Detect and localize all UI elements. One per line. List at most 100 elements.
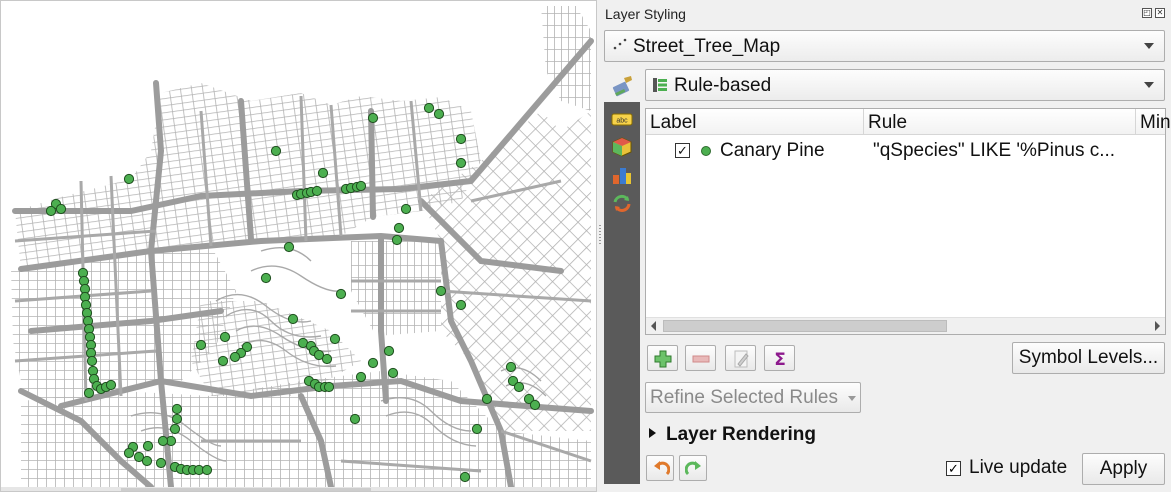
chevron-down-icon [1144, 43, 1154, 49]
tree-point [217, 355, 229, 367]
scroll-right-icon[interactable] [1155, 321, 1160, 331]
tree-point [45, 205, 57, 217]
rule-based-renderer-icon [653, 78, 667, 92]
tree-point [367, 112, 379, 124]
scrollbar-thumb[interactable] [663, 320, 947, 332]
add-rule-button[interactable] [647, 345, 678, 371]
svg-text:Σ: Σ [774, 350, 786, 368]
symbol-levels-button[interactable]: Symbol Levels... [1012, 342, 1165, 374]
tree-point [481, 393, 493, 405]
rules-header: Label Rule Min [646, 109, 1171, 135]
tree-point [86, 355, 98, 367]
tree-point [317, 167, 329, 179]
close-panel-icon[interactable]: ✕ [1155, 8, 1165, 18]
rule-expression: "qSpecies" LIKE '%Pinus c... [873, 140, 1116, 161]
redo-icon [685, 461, 701, 476]
style-tab-strip: abc [604, 102, 640, 484]
tree-point [287, 313, 299, 325]
tree-point [201, 464, 213, 476]
tree-point [505, 361, 517, 373]
tree-point [123, 173, 135, 185]
tree-point [219, 331, 231, 343]
tree-point [169, 423, 181, 435]
svg-text:abc: abc [616, 118, 628, 125]
labels-tab-icon[interactable]: abc [611, 108, 633, 130]
refine-selected-rules-button[interactable]: Refine Selected Rules [645, 382, 861, 413]
tree-point [171, 403, 183, 415]
tree-point [142, 440, 154, 452]
tree-point [260, 272, 272, 284]
tree-point [83, 387, 95, 399]
expand-arrow-icon [649, 428, 656, 438]
rule-label: Canary Pine [720, 140, 825, 161]
redo-button[interactable] [679, 455, 707, 481]
history-tab-icon[interactable] [611, 192, 633, 214]
apply-button[interactable]: Apply [1082, 453, 1165, 485]
tree-point [455, 133, 467, 145]
street-grid [11, 6, 591, 487]
tree-point [367, 357, 379, 369]
column-header-rule[interactable]: Rule [864, 109, 1136, 135]
sigma-icon: Σ [774, 350, 786, 368]
undo-button[interactable] [646, 455, 674, 481]
tree-point [329, 333, 341, 345]
rule-symbol-icon [701, 146, 711, 156]
street-map[interactable] [1, 1, 597, 492]
rule-row[interactable]: ✓ Canary Pine "qSpecies" LIKE '%Pinus c.… [646, 139, 1165, 163]
column-header-label[interactable]: Label [646, 109, 864, 135]
chevron-down-icon [848, 396, 856, 401]
tree-point [141, 455, 153, 467]
layer-select-value: Street_Tree_Map [633, 36, 781, 57]
tree-point [55, 203, 67, 215]
tree-point [335, 288, 347, 300]
tree-point [229, 351, 241, 363]
column-header-min-scale[interactable]: Min [1136, 109, 1171, 135]
tree-point [459, 471, 471, 483]
renderer-select-value: Rule-based [674, 75, 772, 96]
tree-point [393, 222, 405, 234]
layer-styling-panel: Layer Styling ◰ ✕ Street_Tree_Map Rule-b… [603, 0, 1171, 492]
3d-view-tab-icon[interactable] [611, 136, 633, 158]
layer-rendering-section[interactable]: Layer Rendering [649, 424, 816, 446]
layer-rendering-label: Layer Rendering [666, 424, 816, 445]
panel-title: Layer Styling [605, 6, 686, 22]
tree-point [529, 399, 541, 411]
tree-point [323, 381, 335, 393]
edit-rule-button[interactable] [725, 345, 756, 371]
tree-point [435, 285, 447, 297]
rule-enabled-checkbox[interactable]: ✓ [675, 143, 690, 158]
map-canvas[interactable] [0, 0, 597, 492]
tree-point [311, 185, 323, 197]
tree-point [321, 353, 333, 365]
rules-tree[interactable]: Label Rule Min ✓ Canary Pine "qSpecies" … [645, 108, 1171, 335]
count-features-button[interactable]: Σ [764, 345, 795, 371]
tree-point [355, 180, 367, 192]
float-panel-icon[interactable]: ◰ [1142, 8, 1152, 18]
add-rule-icon [654, 350, 672, 368]
tree-point [155, 457, 167, 469]
symbology-paintbrush-icon [612, 76, 632, 97]
remove-rule-icon [692, 355, 710, 363]
chevron-down-icon [1144, 82, 1154, 88]
tree-point [471, 423, 483, 435]
tree-point [270, 145, 282, 157]
tree-point [455, 299, 467, 311]
tree-point [400, 203, 412, 215]
layer-select[interactable]: Street_Tree_Map [604, 30, 1165, 62]
rules-horizontal-scrollbar[interactable] [646, 317, 1165, 334]
live-update-checkbox[interactable]: ✓ [946, 461, 961, 476]
tree-point [455, 157, 467, 169]
tree-point [387, 367, 399, 379]
tree-point [433, 108, 445, 120]
tree-point [513, 381, 525, 393]
live-update-label: Live update [969, 457, 1068, 478]
renderer-select[interactable]: Rule-based [645, 69, 1165, 101]
diagrams-tab-icon[interactable] [611, 164, 633, 186]
edit-rule-icon [734, 350, 749, 368]
tree-point [355, 371, 367, 383]
tree-point [383, 345, 395, 357]
tree-point [423, 102, 435, 114]
scroll-left-icon[interactable] [651, 321, 656, 331]
tree-point [123, 447, 135, 459]
remove-rule-button[interactable] [685, 345, 716, 371]
